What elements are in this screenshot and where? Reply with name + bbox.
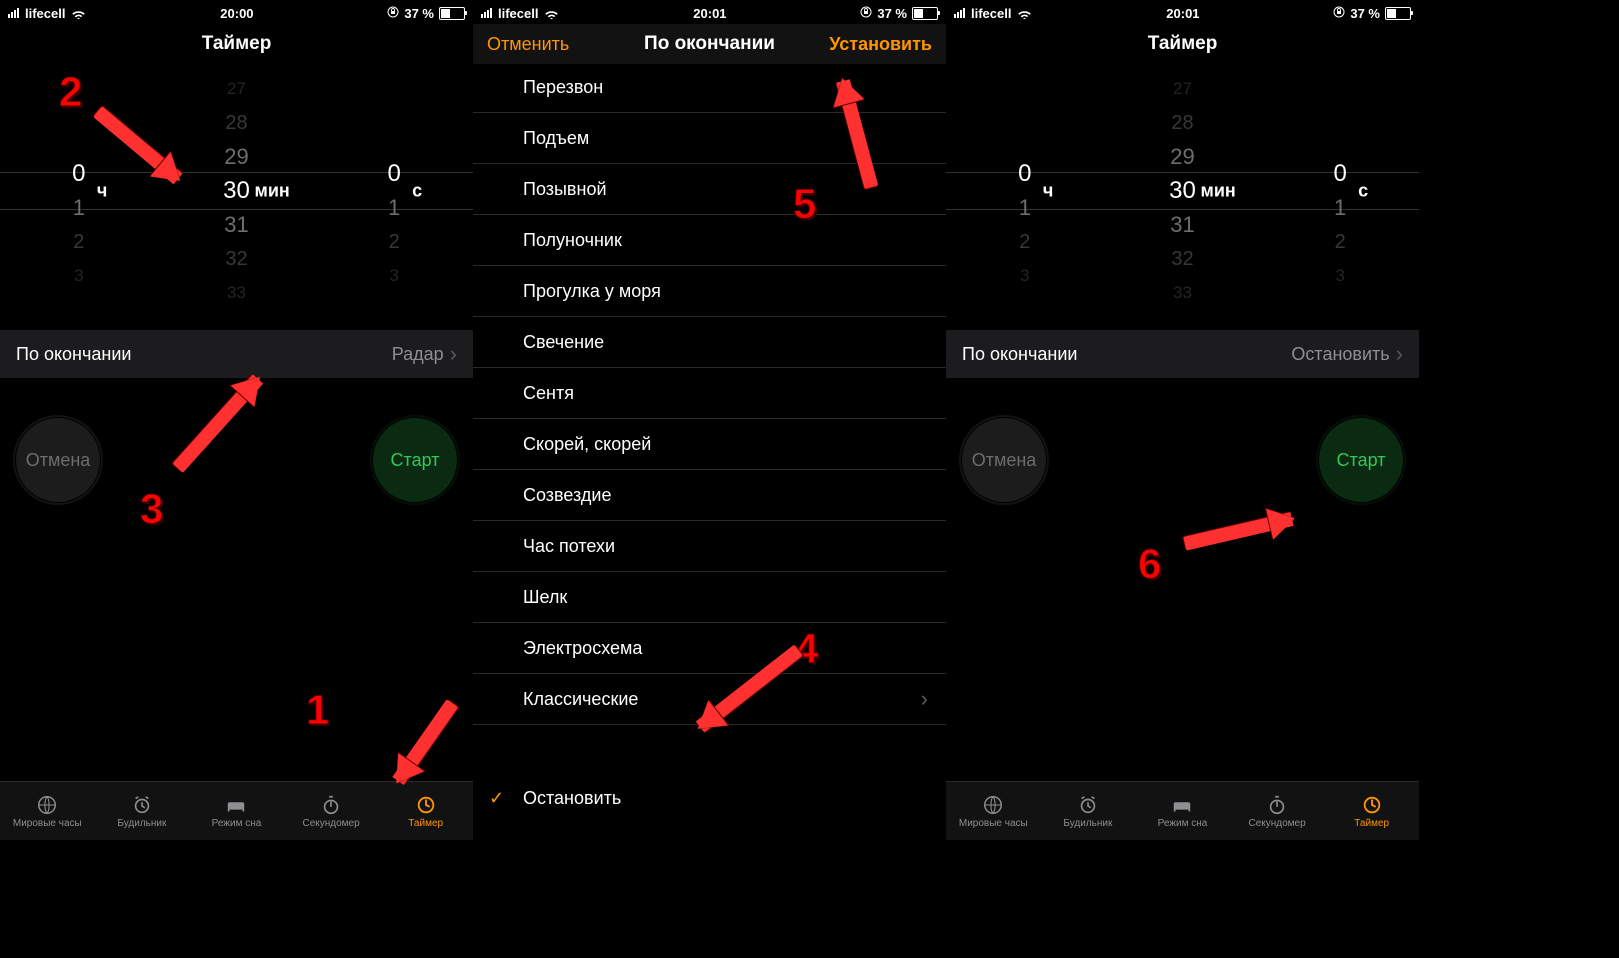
navbar: Отменить По окончании Установить — [473, 24, 946, 64]
tab-bedtime[interactable]: Режим сна — [189, 782, 284, 840]
status-time: 20:01 — [693, 6, 726, 21]
signal-icon — [954, 8, 965, 18]
rotation-lock-icon — [1333, 6, 1345, 21]
picker-minutes[interactable]: 27 28 29 30 31 32 33 мин — [1104, 64, 1262, 318]
start-button[interactable]: Старт — [373, 418, 457, 502]
chevron-right-icon: › — [921, 686, 928, 712]
when-ends-row[interactable]: По окончании Радар › — [0, 330, 473, 378]
annotation-6: 6 — [1138, 540, 1161, 588]
rotation-lock-icon — [387, 6, 399, 21]
navbar: Таймер — [946, 24, 1419, 64]
list-item[interactable]: Перезвон — [473, 62, 946, 113]
list-item-stop[interactable]: ✓Остановить — [473, 773, 946, 823]
annotation-1: 1 — [306, 686, 329, 734]
battery-pct: 37 % — [877, 6, 907, 21]
tab-alarm[interactable]: Будильник — [95, 782, 190, 840]
annotation-3: 3 — [140, 485, 163, 533]
tab-bedtime[interactable]: Режим сна — [1135, 782, 1230, 840]
battery-pct: 37 % — [1350, 6, 1380, 21]
list-item[interactable]: Прогулка у моря — [473, 266, 946, 317]
tab-timer[interactable]: Таймер — [1324, 782, 1419, 840]
tab-stopwatch[interactable]: Секундомер — [284, 782, 379, 840]
list-item[interactable]: Созвездие — [473, 470, 946, 521]
status-time: 20:00 — [220, 6, 253, 21]
check-icon: ✓ — [489, 788, 504, 809]
chevron-right-icon: › — [450, 343, 457, 365]
page-title: Таймер — [1148, 33, 1218, 55]
list-item[interactable]: Скорей, скорей — [473, 419, 946, 470]
carrier: lifecell — [498, 6, 538, 21]
when-ends-row[interactable]: По окончании Остановить › — [946, 330, 1419, 378]
list-item[interactable]: Подъем — [473, 113, 946, 164]
start-button[interactable]: Старт — [1319, 418, 1403, 502]
picker-seconds[interactable]: 0 1 2 3 с — [315, 64, 473, 318]
signal-icon — [8, 8, 19, 18]
tab-world-clock[interactable]: Мировые часы — [946, 782, 1041, 840]
annotation-4: 4 — [795, 625, 818, 673]
signal-icon — [481, 8, 492, 18]
status-bar: lifecell 20:00 37 % — [0, 0, 473, 24]
annotation-2: 2 — [59, 68, 82, 116]
wifi-icon — [1017, 8, 1032, 19]
when-ends-value: Радар — [392, 344, 444, 365]
battery-icon — [439, 7, 465, 20]
status-bar: lifecell 20:01 37 % — [946, 0, 1419, 24]
when-ends-label: По окончании — [16, 344, 131, 365]
tab-timer[interactable]: Таймер — [378, 782, 473, 840]
page-title: По окончании — [644, 33, 775, 55]
tab-bar: Мировые часы Будильник Режим сна Секундо… — [946, 781, 1419, 840]
picker-unit-hours: ч — [1043, 181, 1053, 202]
carrier: lifecell — [25, 6, 65, 21]
status-bar: lifecell 20:01 37 % — [473, 0, 946, 24]
battery-icon — [1385, 7, 1411, 20]
picker-unit-seconds: с — [1358, 181, 1368, 202]
tab-bar: Мировые часы Будильник Режим сна Секундо… — [0, 781, 473, 840]
battery-icon — [912, 7, 938, 20]
page-title: Таймер — [202, 33, 272, 55]
tab-stopwatch[interactable]: Секундомер — [1230, 782, 1325, 840]
time-picker[interactable]: 0 1 2 3 ч 27 28 29 30 31 32 33 мин 0 1 — [946, 64, 1419, 318]
list-item[interactable]: Позывной — [473, 164, 946, 215]
status-time: 20:01 — [1166, 6, 1199, 21]
list-item[interactable]: Шелк — [473, 572, 946, 623]
battery-pct: 37 % — [404, 6, 434, 21]
list-item[interactable]: Электросхема — [473, 623, 946, 674]
list-item[interactable]: Час потехи — [473, 521, 946, 572]
stage: lifecell 20:00 37 % Таймер 0 1 2 3 ч — [0, 0, 1619, 958]
set-nav-button[interactable]: Установить — [829, 34, 932, 55]
wifi-icon — [544, 8, 559, 19]
cancel-button[interactable]: Отмена — [16, 418, 100, 502]
picker-seconds[interactable]: 0 1 2 3 с — [1261, 64, 1419, 318]
list-item[interactable]: Свечение — [473, 317, 946, 368]
tab-alarm[interactable]: Будильник — [1041, 782, 1136, 840]
cancel-button[interactable]: Отмена — [962, 418, 1046, 502]
picker-hours[interactable]: 0 1 2 3 ч — [946, 64, 1104, 318]
screen-timer-2: lifecell 20:01 37 % Таймер 0 1 2 3 ч — [946, 0, 1419, 840]
cancel-nav-button[interactable]: Отменить — [487, 34, 569, 55]
button-row: Отмена Старт — [946, 378, 1419, 502]
navbar: Таймер — [0, 24, 473, 64]
when-ends-value: Остановить — [1291, 344, 1389, 365]
when-ends-label: По окончании — [962, 344, 1077, 365]
picker-unit-minutes: мин — [255, 181, 290, 202]
screen-timer-1: lifecell 20:00 37 % Таймер 0 1 2 3 ч — [0, 0, 473, 840]
chevron-right-icon: › — [1396, 343, 1403, 365]
picker-unit-hours: ч — [97, 181, 107, 202]
list-item[interactable]: Сентя — [473, 368, 946, 419]
annotation-5: 5 — [793, 180, 816, 228]
picker-unit-seconds: с — [412, 181, 422, 202]
wifi-icon — [71, 8, 86, 19]
carrier: lifecell — [971, 6, 1011, 21]
rotation-lock-icon — [860, 6, 872, 21]
picker-unit-minutes: мин — [1201, 181, 1236, 202]
tab-world-clock[interactable]: Мировые часы — [0, 782, 95, 840]
picker-minutes[interactable]: 27 28 29 30 31 32 33 мин — [158, 64, 316, 318]
list-item[interactable]: Полуночник — [473, 215, 946, 266]
